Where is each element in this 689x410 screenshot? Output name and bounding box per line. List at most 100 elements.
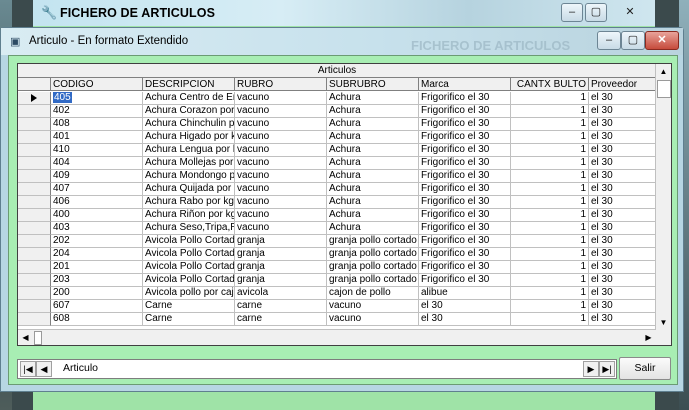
cell-rubro[interactable]: carne [235,300,327,313]
cell-codigo[interactable]: 202 [51,235,143,248]
cell-proveedor[interactable]: el 30 [589,313,656,326]
cell-subrubro[interactable]: Achura [327,131,419,144]
table-row[interactable]: 408Achura Chinchulin por kgvacunoAchuraF… [18,118,656,131]
cell-subrubro[interactable]: Achura [327,105,419,118]
cell-descripcion[interactable]: Carne [143,313,235,326]
cell-proveedor[interactable]: el 30 [589,261,656,274]
cell-subrubro[interactable]: Achura [327,209,419,222]
cell-descripcion[interactable]: Avicola Pollo Cortado [143,261,235,274]
cell-descripcion[interactable]: Achura Riñon por kg [143,209,235,222]
cell-marca[interactable]: Frigorifico el 30 [419,248,511,261]
cell-subrubro[interactable]: granja pollo cortado [327,261,419,274]
row-indicator[interactable] [18,300,51,313]
scroll-up-button[interactable]: ▲ [656,64,671,79]
cell-codigo[interactable]: 405 [51,92,143,105]
cell-descripcion[interactable]: Avicola Pollo Cortado [143,248,235,261]
cell-proveedor[interactable]: el 30 [589,183,656,196]
horizontal-scrollbar[interactable]: ◀ ▶ [18,329,656,345]
row-indicator[interactable] [18,209,51,222]
cell-cantx-bulto[interactable]: 1 [511,183,589,196]
column-header-proveedor[interactable]: Proveedor [589,78,656,91]
table-row[interactable]: 203 Avicola Pollo Cortado granja granja pol… [18,274,656,287]
row-indicator[interactable] [18,118,51,131]
column-header-subrubro[interactable]: SUBRUBRO [327,78,419,91]
cell-proveedor[interactable]: el 30 [589,300,656,313]
column-header-cantx-bulto[interactable]: CANTX BULTO [511,78,589,91]
cell-rubro[interactable]: avicola [235,287,327,300]
vertical-scroll-thumb[interactable] [657,80,671,98]
cell-marca[interactable]: Frigorifico el 30 [419,144,511,157]
cell-proveedor[interactable]: el 30 [589,131,656,144]
row-indicator[interactable] [18,131,51,144]
cell-cantx-bulto[interactable]: 1 [511,313,589,326]
scroll-down-button[interactable]: ▼ [656,315,671,330]
cell-cantx-bulto[interactable]: 1 [511,235,589,248]
cell-cantx-bulto[interactable]: 1 [511,222,589,235]
cell-marca[interactable]: Frigorifico el 30 [419,131,511,144]
cell-marca[interactable]: Frigorifico el 30 [419,261,511,274]
row-indicator[interactable] [18,248,51,261]
cell-cantx-bulto[interactable]: 1 [511,118,589,131]
cell-subrubro[interactable]: granja pollo cortado [327,248,419,261]
cell-descripcion[interactable]: Achura Seso,Tripa,Riñon [143,222,235,235]
cell-rubro[interactable]: vacuno [235,170,327,183]
outer-close-button[interactable]: ✕ [615,3,645,22]
cell-cantx-bulto[interactable]: 1 [511,248,589,261]
cell-descripcion[interactable]: Avicola Pollo Cortado [143,274,235,287]
cell-cantx-bulto[interactable]: 1 [511,92,589,105]
cell-proveedor[interactable]: el 30 [589,287,656,300]
row-indicator[interactable] [18,313,51,326]
cell-proveedor[interactable]: el 30 [589,105,656,118]
articles-grid[interactable]: Articulos CODIGO DESCRIPCION RUBRO SUBRU… [17,63,672,346]
outer-minimize-button[interactable]: ‒ [561,3,583,22]
cell-rubro[interactable]: vacuno [235,196,327,209]
row-indicator[interactable] [18,235,51,248]
cell-rubro[interactable]: vacuno [235,118,327,131]
outer-maximize-button[interactable]: ▢ [585,3,607,22]
cell-proveedor[interactable]: el 30 [589,157,656,170]
cell-descripcion[interactable]: Carne [143,300,235,313]
table-row[interactable]: 402Achura Corazon por kgvacunoAchuraFrig… [18,105,656,118]
row-indicator[interactable] [18,144,51,157]
cell-proveedor[interactable]: el 30 [589,222,656,235]
inner-close-button[interactable]: ✕ [645,31,679,50]
cell-codigo[interactable]: 404 [51,157,143,170]
table-row[interactable]: 405 Achura Centro de EntrañavacunoAchuraF… [18,92,656,105]
cell-descripcion[interactable]: Achura Mondongo por kg [143,170,235,183]
table-row[interactable]: 400 Achura Riñon por kg vacuno Achura Frigor… [18,209,656,222]
cell-subrubro[interactable]: Achura [327,118,419,131]
cell-descripcion[interactable]: Achura Higado por kg [143,131,235,144]
table-row[interactable]: 410 Achura Lengua por kg vacuno Achura Frigo… [18,144,656,157]
row-indicator[interactable] [18,105,51,118]
exit-button[interactable]: Salir [619,357,671,380]
cell-proveedor[interactable]: el 30 [589,170,656,183]
cell-codigo[interactable]: 410 [51,144,143,157]
row-indicator[interactable] [18,92,51,105]
cell-rubro[interactable]: vacuno [235,105,327,118]
row-indicator[interactable] [18,287,51,300]
cell-descripcion[interactable]: Achura Mollejas por kg [143,157,235,170]
row-indicator[interactable] [18,261,51,274]
next-record-button[interactable]: ▶ [583,361,599,377]
cell-cantx-bulto[interactable]: 1 [511,131,589,144]
cell-cantx-bulto[interactable]: 1 [511,300,589,313]
cell-descripcion[interactable]: Achura Quijada por kg [143,183,235,196]
cell-codigo[interactable]: 402 [51,105,143,118]
cell-cantx-bulto[interactable]: 1 [511,261,589,274]
cell-codigo[interactable]: 403 [51,222,143,235]
cell-codigo[interactable]: 200 [51,287,143,300]
first-record-button[interactable]: |◀ [20,361,36,377]
cell-subrubro[interactable]: Achura [327,196,419,209]
cell-proveedor[interactable]: el 30 [589,235,656,248]
vertical-scrollbar[interactable]: ▲ ▼ [655,64,671,345]
cell-rubro[interactable]: vacuno [235,209,327,222]
cell-rubro[interactable]: granja [235,248,327,261]
cell-proveedor[interactable]: el 30 [589,248,656,261]
cell-cantx-bulto[interactable]: 1 [511,196,589,209]
column-header-codigo[interactable]: CODIGO [51,78,143,91]
scroll-left-button[interactable]: ◀ [18,330,33,345]
row-indicator[interactable] [18,170,51,183]
cell-rubro[interactable]: vacuno [235,222,327,235]
cell-descripcion[interactable]: Achura Chinchulin por kg [143,118,235,131]
cell-rubro[interactable]: vacuno [235,157,327,170]
